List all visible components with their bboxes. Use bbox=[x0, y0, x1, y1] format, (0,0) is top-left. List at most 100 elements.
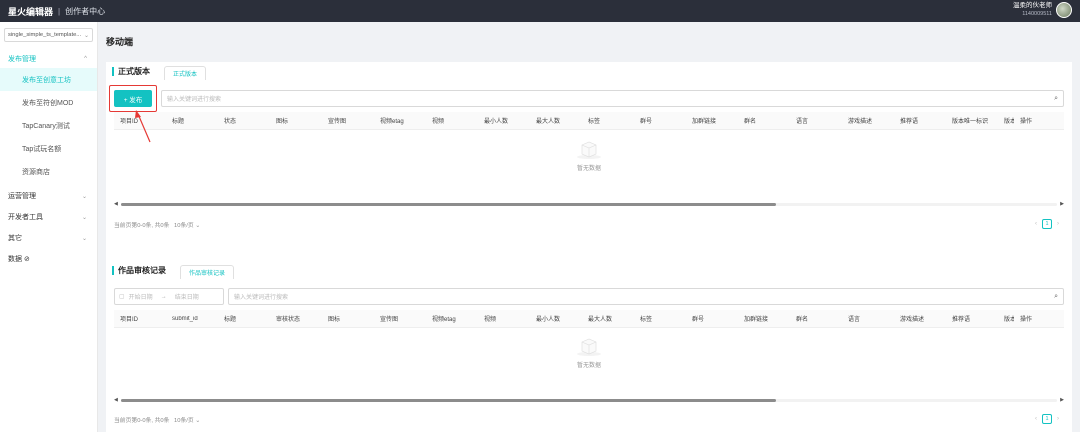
search-input[interactable]: 输入关键词进行搜索 ⌕ bbox=[228, 288, 1064, 305]
tab-review-records[interactable]: 作品审核记录 bbox=[180, 265, 235, 279]
page-size-select[interactable]: 10条/页 ⌄ bbox=[174, 223, 200, 229]
chevron-down-icon: ⌄ bbox=[81, 235, 87, 242]
scroll-left-icon[interactable]: ◀ bbox=[114, 397, 118, 403]
publish-button[interactable]: + 发布 bbox=[109, 85, 157, 112]
column-header: 宣传图 bbox=[380, 317, 399, 323]
horizontal-scrollbar[interactable]: ◀ ▶ bbox=[114, 201, 1064, 207]
column-header: 标题 bbox=[172, 119, 185, 125]
column-header: 语言 bbox=[796, 119, 809, 125]
page-number[interactable]: 1 bbox=[1042, 414, 1052, 424]
accent-bar bbox=[112, 265, 114, 275]
column-header: 项目ID bbox=[120, 317, 139, 323]
highlight-box bbox=[109, 85, 157, 112]
scroll-right-icon[interactable]: ▶ bbox=[1060, 397, 1064, 403]
user-name: 温柔的伙老师 bbox=[1013, 2, 1052, 9]
scroll-track[interactable] bbox=[120, 202, 1058, 206]
arrow-right-icon: → bbox=[160, 293, 167, 300]
toolbar: ▢ 开始日期 → 结束日期 输入关键词进行搜索 ⌕ bbox=[114, 288, 1064, 305]
menu-group-label: 发布管理 bbox=[8, 56, 36, 63]
column-header: 图标 bbox=[328, 317, 341, 323]
column-header: 游戏描述 bbox=[900, 317, 925, 323]
menu-group-other[interactable]: 其它 ⌄ bbox=[0, 229, 97, 247]
brand-separator: | bbox=[58, 6, 61, 16]
search-icon[interactable]: ⌕ bbox=[1054, 293, 1058, 301]
sidebar-item-tap-trial[interactable]: Tap试玩名额 bbox=[0, 137, 97, 160]
prev-page-icon[interactable]: ‹ bbox=[1035, 416, 1037, 422]
chevron-down-icon: ⌄ bbox=[195, 417, 201, 424]
next-page-icon[interactable]: › bbox=[1057, 221, 1059, 227]
menu-group-label: 其它 bbox=[8, 235, 22, 242]
calendar-icon: ▢ bbox=[119, 294, 125, 300]
main-content: 移动端 正式版本 正式版本 + 发布 输入关键词进行搜索 ⌕ 项目ID 标题 状态图… bbox=[98, 22, 1080, 432]
menu-group-operations[interactable]: 运营管理 ⌄ bbox=[0, 187, 97, 205]
sidebar-item-label: 发布至符创MOD bbox=[22, 99, 74, 107]
section-title-text: 作品审核记录 bbox=[118, 265, 166, 275]
page-size-value: 10条/页 bbox=[174, 417, 194, 424]
date-end[interactable]: 结束日期 bbox=[175, 292, 199, 301]
column-header: 最大人数 bbox=[588, 317, 613, 323]
column-header: 群名 bbox=[796, 317, 809, 323]
column-header: 版本 bbox=[1004, 119, 1014, 125]
scroll-right-icon[interactable]: ▶ bbox=[1060, 201, 1064, 207]
section-tabs: 正式版本 正式版本 bbox=[106, 62, 207, 80]
pagination-footer: 当前页第0-0条, 共0条 10条/页 ⌄ ‹ 1 › bbox=[114, 414, 1064, 424]
menu-group-label: 开发者工具 bbox=[8, 214, 43, 221]
scroll-thumb[interactable] bbox=[120, 202, 777, 206]
page-title: 移动端 bbox=[106, 37, 134, 47]
avatar[interactable] bbox=[1056, 2, 1072, 18]
user-menu[interactable]: 温柔的伙老师 1140009511 bbox=[1013, 2, 1072, 18]
menu-group-devtools[interactable]: 开发者工具 ⌄ bbox=[0, 208, 97, 226]
column-header: 游戏描述 bbox=[848, 119, 873, 125]
pagination-summary: 当前页第0-0条, 共0条 10条/页 ⌄ bbox=[114, 220, 200, 229]
tab-release-version[interactable]: 正式版本 bbox=[164, 66, 207, 80]
page-number[interactable]: 1 bbox=[1042, 219, 1052, 229]
column-header: 操作 bbox=[1020, 119, 1033, 125]
column-header: 视频etag bbox=[432, 317, 456, 323]
next-page-icon[interactable]: › bbox=[1057, 416, 1059, 422]
sidebar: single_simple_ts_template... ⌄ 发布管理 ^ 发布… bbox=[0, 22, 98, 432]
scroll-track[interactable] bbox=[120, 398, 1058, 402]
empty-state: 暂无数据 bbox=[106, 136, 1072, 172]
horizontal-scrollbar[interactable]: ◀ ▶ bbox=[114, 397, 1064, 403]
search-placeholder: 输入关键词进行搜索 bbox=[167, 97, 222, 103]
column-header: 视频 bbox=[484, 317, 497, 323]
page-size-value: 10条/页 bbox=[174, 222, 194, 229]
project-select[interactable]: single_simple_ts_template... ⌄ bbox=[4, 28, 93, 42]
sidebar-item-tapcanary[interactable]: TapCanary测试 bbox=[0, 114, 97, 137]
column-header: 推荐语 bbox=[952, 317, 971, 323]
table-header: 项目ID 标题 状态 图标 宣传图 视频etag 视频 最小人数 最大人数 标签 群号 加群链接 群名 语… bbox=[114, 112, 1064, 130]
toolbar: + 发布 输入关键词进行搜索 ⌕ bbox=[109, 85, 1064, 112]
footer-text: 当前页第0-0条, 共0条 bbox=[114, 417, 170, 424]
search-placeholder: 输入关键词进行搜索 bbox=[234, 295, 289, 301]
menu-group-publish[interactable]: 发布管理 ^ bbox=[0, 50, 97, 68]
column-header: 语言 bbox=[848, 317, 861, 323]
scroll-left-icon[interactable]: ◀ bbox=[114, 201, 118, 207]
sidebar-item-workshop[interactable]: 发布至创意工坊 bbox=[0, 68, 97, 91]
column-header: 版本 bbox=[1004, 317, 1014, 323]
sidebar-item-mod[interactable]: 发布至符创MOD bbox=[0, 91, 97, 114]
scroll-thumb[interactable] bbox=[120, 398, 777, 402]
brand-title[interactable]: 星火编辑器 bbox=[8, 5, 53, 18]
prev-page-icon[interactable]: ‹ bbox=[1035, 221, 1037, 227]
sidebar-item-store[interactable]: 资源商店 bbox=[0, 160, 97, 183]
section-title: 正式版本 bbox=[106, 62, 160, 80]
brand-subtitle[interactable]: 创作者中心 bbox=[65, 6, 105, 17]
pager: ‹ 1 › bbox=[1030, 414, 1064, 424]
column-header: 最大人数 bbox=[536, 119, 561, 125]
search-input[interactable]: 输入关键词进行搜索 ⌕ bbox=[161, 90, 1064, 107]
column-header: 群号 bbox=[640, 119, 653, 125]
date-start[interactable]: 开始日期 bbox=[129, 292, 153, 301]
top-bar: 星火编辑器 | 创作者中心 温柔的伙老师 1140009511 bbox=[0, 0, 1080, 22]
date-range-picker[interactable]: ▢ 开始日期 → 结束日期 bbox=[114, 288, 224, 305]
column-header: 群号 bbox=[692, 317, 705, 323]
chevron-down-icon: ⌄ bbox=[81, 214, 87, 221]
column-header: 状态 bbox=[224, 119, 237, 125]
project-select-value: single_simple_ts_template... bbox=[8, 32, 82, 38]
sidebar-item-label: 资源商店 bbox=[22, 168, 50, 176]
search-icon[interactable]: ⌕ bbox=[1054, 95, 1058, 103]
menu-group-data[interactable]: 数据 ⊘ bbox=[0, 250, 97, 268]
page-size-select[interactable]: 10条/页 ⌄ bbox=[174, 418, 200, 424]
chevron-up-icon: ^ bbox=[84, 56, 87, 62]
column-header: 群名 bbox=[744, 119, 757, 125]
column-header: 加群链接 bbox=[692, 119, 717, 125]
